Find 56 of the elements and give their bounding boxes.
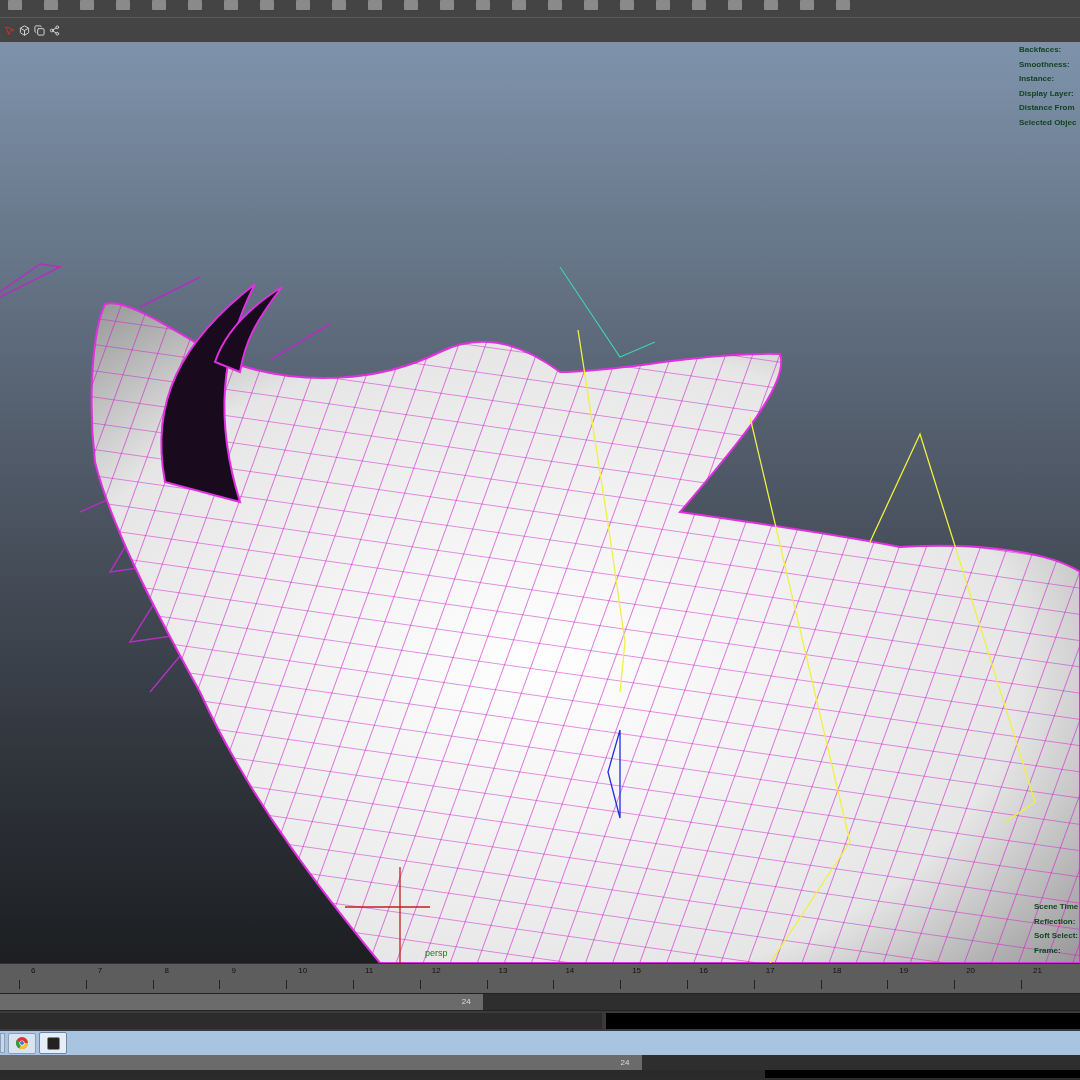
toolbar-icon[interactable]: [116, 0, 130, 10]
toolbar-icon[interactable]: [296, 0, 310, 10]
frame-number: 13: [498, 965, 508, 977]
frame-number: 21: [1032, 965, 1042, 977]
hud-label: Scene Time: [1034, 901, 1079, 913]
toolbar-icon[interactable]: [728, 0, 742, 10]
hud-label: Instance:: [1019, 73, 1055, 85]
camera-label: persp: [425, 946, 448, 960]
toolbar-icon[interactable]: [80, 0, 94, 10]
frame-number: 11: [365, 965, 374, 977]
hud-label: Soft Select:: [1034, 930, 1078, 942]
toolbar-icon[interactable]: [188, 0, 202, 10]
frame-number: 14: [565, 965, 575, 977]
toolbar-icon[interactable]: [152, 0, 166, 10]
toolbar-icon[interactable]: [800, 0, 814, 10]
toolbar-icon[interactable]: [476, 0, 490, 10]
hud-label: Backfaces:: [1019, 44, 1062, 56]
frame-number: 16: [698, 965, 708, 977]
toolbar-icon[interactable]: [224, 0, 238, 10]
frame-number: 10: [298, 965, 308, 977]
hud-label: Display Layer:: [1019, 87, 1074, 100]
hud-label: Reflection:: [1034, 915, 1076, 928]
toolbar-icon[interactable]: [8, 0, 22, 10]
hud-label: Frame:: [1034, 944, 1061, 957]
toolbar-icon[interactable]: [548, 0, 562, 10]
taskbar-item[interactable]: [0, 1033, 5, 1053]
toolbar-icon[interactable]: [44, 0, 58, 10]
frame-number: 12: [431, 965, 441, 977]
toolbar-icon[interactable]: [692, 0, 706, 10]
toolbar-icon[interactable]: [260, 0, 274, 10]
frame-number: 19: [899, 965, 909, 977]
frame-number: 18: [832, 965, 842, 977]
toolbar-icon[interactable]: [440, 0, 454, 10]
cube-icon[interactable]: [19, 24, 30, 36]
toolbar-icon[interactable]: [404, 0, 418, 10]
hud-label: Smoothness:: [1019, 58, 1070, 71]
toolbar-icon[interactable]: [368, 0, 382, 10]
copy-icon[interactable]: [34, 24, 45, 36]
toolbar-icon[interactable]: [584, 0, 598, 10]
hud-label: Selected Objec: [1019, 116, 1077, 129]
toolbar-icon[interactable]: [512, 0, 526, 10]
toolbar-icon[interactable]: [764, 0, 778, 10]
toolbar-icon[interactable]: [620, 0, 634, 10]
toolbar-icon[interactable]: [836, 0, 850, 10]
frame-number: 15: [632, 965, 642, 977]
range-slider[interactable]: 24: [0, 994, 483, 1010]
browser-icon[interactable]: [8, 1032, 36, 1054]
range-slider[interactable]: 24: [0, 1055, 642, 1070]
frame-number: 6: [31, 965, 36, 977]
toolbar-icon[interactable]: [656, 0, 670, 10]
hud-label: Distance From: [1019, 102, 1075, 114]
frame-number: 17: [765, 965, 775, 977]
share-icon[interactable]: [49, 24, 60, 36]
frame-number: 20: [966, 965, 976, 977]
toolbar-icon[interactable]: [332, 0, 346, 10]
app-icon[interactable]: [39, 1032, 67, 1054]
